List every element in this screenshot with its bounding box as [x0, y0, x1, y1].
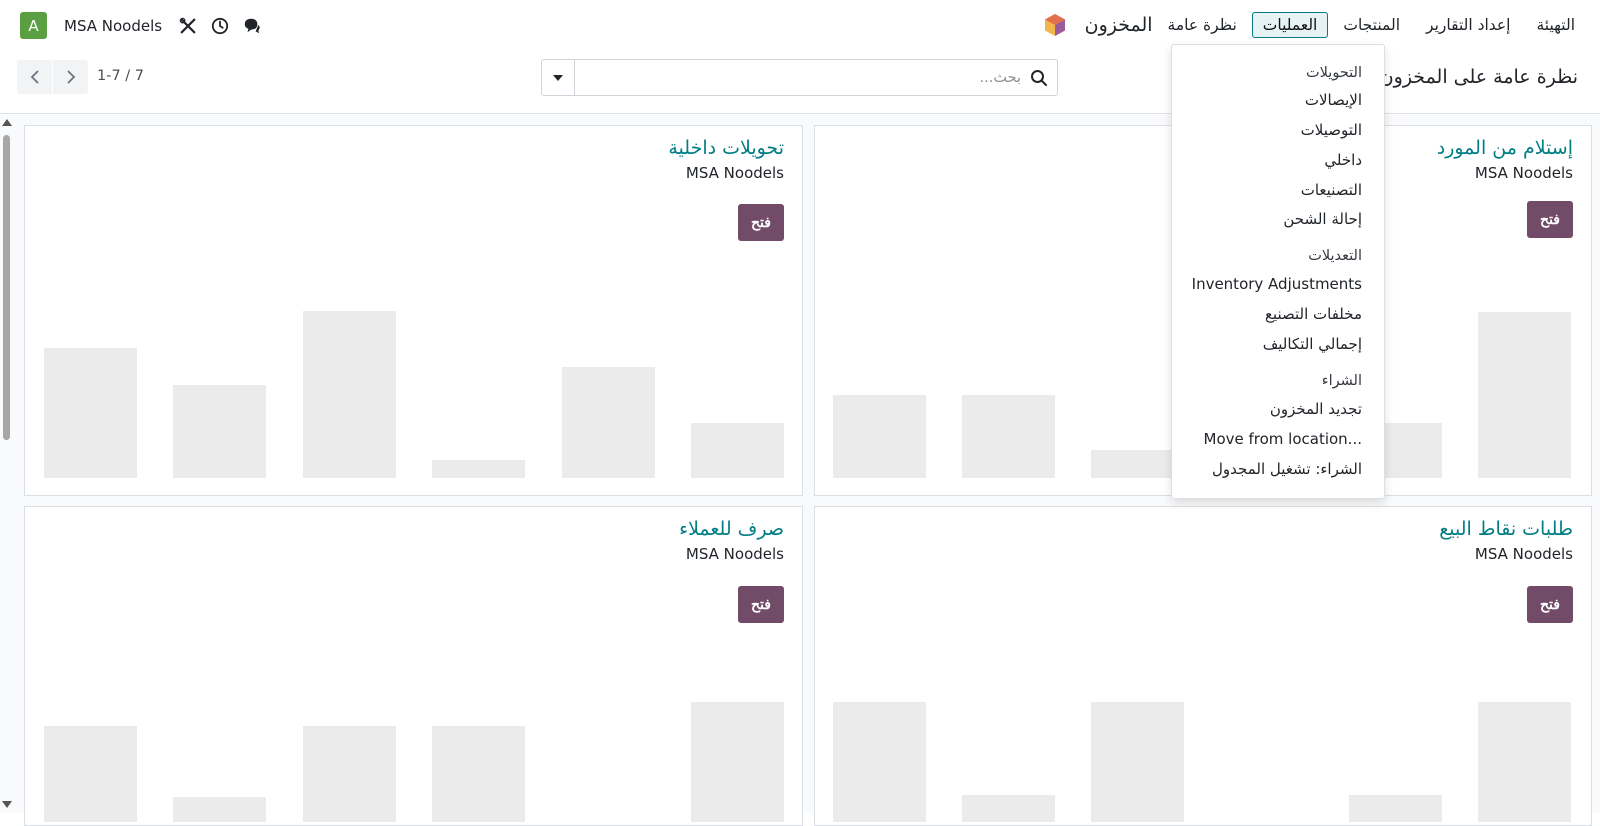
card-company: MSA Noodels: [1474, 545, 1573, 563]
graph-bar: [1478, 312, 1571, 478]
card-internal-transfers[interactable]: تحويلات داخلية MSA Noodels فتح: [24, 125, 803, 496]
inventory-app-icon[interactable]: [1043, 13, 1067, 37]
graph-bar: [691, 423, 784, 478]
search-icon[interactable]: [1021, 60, 1057, 95]
pager-next-button[interactable]: [53, 60, 88, 94]
dropdown-item-inventory-adjustments[interactable]: Inventory Adjustments: [1192, 275, 1362, 293]
graph-bar: [562, 367, 655, 478]
dropdown-item-run-scheduler[interactable]: الشراء: تشغيل المجدول: [1212, 460, 1362, 478]
tools-icon[interactable]: [178, 16, 198, 36]
card-title[interactable]: صرف للعملاء: [679, 518, 784, 540]
graph-bar: [1091, 702, 1184, 822]
graph-bar: [833, 702, 926, 822]
graph-bar: [432, 726, 525, 822]
card-pos-orders[interactable]: طلبات نقاط البيع MSA Noodels فتح: [814, 506, 1592, 826]
graph-bar: [962, 795, 1055, 822]
graph-bar: [432, 460, 525, 478]
card-delivery-orders[interactable]: صرف للعملاء MSA Noodels فتح: [24, 506, 803, 826]
app-name[interactable]: المخزون: [1085, 14, 1153, 36]
dropdown-item-internal[interactable]: داخلي: [1324, 151, 1362, 169]
chat-icon[interactable]: [242, 16, 262, 36]
clock-icon[interactable]: [210, 16, 230, 36]
graph-bar: [691, 702, 784, 822]
dropdown-header-adjustments: التعديلات: [1308, 248, 1362, 264]
user-avatar[interactable]: A: [20, 12, 47, 39]
graph-bar: [833, 395, 926, 478]
graph-bar: [44, 726, 137, 822]
scroll-up-arrow[interactable]: [2, 119, 12, 126]
open-button[interactable]: فتح: [738, 586, 784, 623]
systray: A MSA Noodels: [20, 12, 262, 39]
chevron-left-icon: [30, 70, 39, 84]
card-title[interactable]: طلبات نقاط البيع: [1439, 518, 1573, 540]
dropdown-item-scrap[interactable]: مخلفات التصنيع: [1265, 305, 1362, 323]
search-bar: [541, 59, 1058, 96]
menu-products[interactable]: المنتجات: [1332, 12, 1411, 38]
graph-bar: [173, 797, 266, 822]
pager-value[interactable]: 1-7 / 7: [97, 68, 144, 84]
graph-bar: [303, 311, 396, 478]
menu-overview[interactable]: نظرة عامة: [1157, 12, 1248, 38]
vertical-scrollbar[interactable]: [0, 115, 14, 813]
dropdown-item-receipts[interactable]: الإيصالات: [1305, 91, 1362, 109]
pager-previous-button[interactable]: [17, 60, 52, 94]
graph-bar: [1349, 795, 1442, 822]
open-button[interactable]: فتح: [738, 204, 784, 241]
operations-dropdown: التحويلات الإيصالات التوصيلات داخلي التص…: [1171, 44, 1385, 499]
graph-bar: [44, 348, 137, 478]
menu-operations[interactable]: العمليات: [1251, 12, 1329, 38]
graph-bar: [1478, 702, 1571, 822]
menu-configuration[interactable]: التهيئة: [1525, 12, 1586, 38]
dropdown-item-deliveries[interactable]: التوصيلات: [1301, 121, 1362, 139]
placeholder-graph: [25, 702, 802, 822]
graph-bar: [173, 385, 266, 478]
dropdown-header-procurement: الشراء: [1321, 373, 1362, 389]
graph-bar: [303, 726, 396, 822]
chevron-right-icon: [66, 70, 75, 84]
pager-buttons: [17, 60, 88, 94]
dropdown-item-replenishment[interactable]: تجديد المخزون: [1270, 400, 1362, 418]
graph-bar: [962, 395, 1055, 478]
card-company: MSA Noodels: [1474, 164, 1573, 182]
company-switcher[interactable]: MSA Noodels: [64, 17, 162, 35]
dropdown-header-transfers: التحويلات: [1305, 65, 1362, 81]
caret-down-icon: [553, 74, 563, 81]
search-input[interactable]: [575, 60, 1021, 95]
card-title[interactable]: تحويلات داخلية: [668, 137, 784, 159]
card-title[interactable]: إستلام من المورد: [1437, 137, 1573, 159]
scroll-down-arrow[interactable]: [2, 801, 12, 808]
scroll-thumb[interactable]: [3, 135, 10, 440]
card-company: MSA Noodels: [685, 545, 784, 563]
open-button[interactable]: فتح: [1527, 201, 1573, 238]
page-title: نظرة عامة على المخزون: [1379, 66, 1578, 88]
menu-reporting[interactable]: إعداد التقارير: [1415, 12, 1521, 38]
open-button[interactable]: فتح: [1527, 586, 1573, 623]
placeholder-graph: [815, 702, 1591, 822]
main-menu: المخزون نظرة عامة العمليات المنتجات إعدا…: [1037, 11, 1586, 39]
dropdown-item-manufacturing[interactable]: التصنيعات: [1301, 181, 1362, 199]
dropdown-item-move-from-location[interactable]: Move from location...: [1204, 430, 1363, 448]
search-options-toggle[interactable]: [542, 60, 575, 95]
dropdown-item-landed-costs[interactable]: إجمالي التكاليف: [1263, 335, 1362, 353]
dropdown-item-dropship[interactable]: إحالة الشحن: [1283, 210, 1362, 228]
placeholder-graph: [25, 301, 802, 478]
top-navbar: المخزون نظرة عامة العمليات المنتجات إعدا…: [0, 0, 1600, 50]
card-company: MSA Noodels: [685, 164, 784, 182]
